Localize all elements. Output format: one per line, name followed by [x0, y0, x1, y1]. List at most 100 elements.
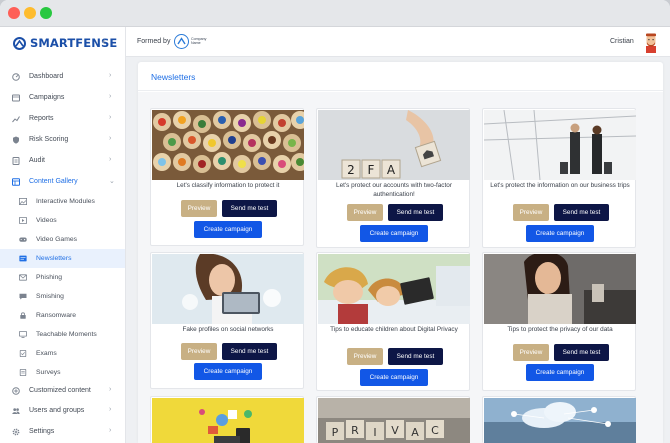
- preview-button[interactable]: Preview: [181, 343, 217, 360]
- create-campaign-button[interactable]: Create campaign: [360, 369, 428, 386]
- window-titlebar: [0, 0, 670, 27]
- shield-icon: [13, 136, 19, 144]
- sidebar-item-reports[interactable]: Reports ›: [0, 109, 125, 129]
- sidebar-item-content-gallery[interactable]: Content Gallery ⌄: [0, 172, 125, 192]
- close-window-button[interactable]: [8, 7, 20, 19]
- dashboard-icon: [12, 73, 20, 81]
- sidebar-subitem-newsletters[interactable]: Newsletters: [0, 249, 125, 268]
- sidebar-subitem-video-games[interactable]: Video Games: [0, 230, 125, 249]
- send-me-test-button[interactable]: Send me test: [388, 204, 443, 221]
- send-me-test-button[interactable]: Send me test: [388, 348, 443, 365]
- sidebar-item-dashboard[interactable]: Dashboard ›: [0, 67, 125, 87]
- create-campaign-button[interactable]: Create campaign: [526, 364, 594, 381]
- preview-button[interactable]: Preview: [347, 348, 383, 365]
- sidebar-item-label: Customized content: [29, 387, 91, 394]
- page-title: Newsletters: [151, 72, 196, 82]
- sidebar-item-label: Campaigns: [29, 94, 65, 101]
- svg-text:I: I: [373, 426, 376, 439]
- maximize-window-button[interactable]: [40, 7, 52, 19]
- sidebar-subitem-videos[interactable]: Videos: [0, 211, 125, 230]
- kids-with-tablet-photo: [318, 254, 470, 324]
- colored-pencils-photo: [152, 110, 304, 180]
- sidebar-subitem-label: Videos: [36, 217, 57, 224]
- sidebar-item-campaigns[interactable]: Campaigns ›: [0, 88, 125, 108]
- chevron-right-icon: ›: [109, 114, 112, 121]
- teachable-icon: [19, 331, 27, 338]
- sidebar: SMARTFENSE ‹ Dashboard › Campaigns › Rep…: [0, 27, 126, 443]
- send-me-test-button[interactable]: Send me test: [554, 204, 609, 221]
- video-icon: [19, 217, 27, 224]
- create-campaign-button[interactable]: Create campaign: [194, 363, 262, 380]
- svg-text:R: R: [351, 424, 359, 437]
- sidebar-subitem-label: Video Games: [36, 236, 78, 243]
- svg-text:A: A: [411, 426, 419, 439]
- sidebar-subitem-surveys[interactable]: Surveys: [0, 363, 125, 382]
- card-caption: Tips to educate children about Digital P…: [330, 326, 458, 333]
- avatar[interactable]: [640, 31, 662, 53]
- company-logo-text: Company Name: [191, 37, 207, 45]
- chevron-right-icon: ›: [109, 135, 112, 142]
- card-caption: Let's protect the information on our bus…: [490, 182, 630, 189]
- send-me-test-button[interactable]: Send me test: [222, 200, 277, 217]
- chevron-right-icon: ›: [109, 386, 112, 393]
- sidebar-item-audit[interactable]: Audit ›: [0, 151, 125, 171]
- audit-icon: [12, 157, 20, 165]
- sidebar-subitem-phishing[interactable]: Phishing: [0, 268, 125, 287]
- survey-icon: [19, 369, 27, 376]
- social-media-icons-photo: [152, 398, 304, 443]
- gamepad-icon: [19, 237, 27, 242]
- sidebar-subitem-interactive-modules[interactable]: Interactive Modules: [0, 192, 125, 211]
- logo-icon: [13, 36, 26, 50]
- preview-button[interactable]: Preview: [181, 200, 217, 217]
- send-me-test-button[interactable]: Send me test: [222, 343, 277, 360]
- collapse-sidebar-icon[interactable]: ‹: [102, 36, 106, 48]
- chevron-right-icon: ›: [109, 427, 112, 434]
- create-campaign-button[interactable]: Create campaign: [526, 225, 594, 242]
- sidebar-item-label: Dashboard: [29, 73, 64, 80]
- preview-button[interactable]: Preview: [513, 344, 549, 361]
- preview-button[interactable]: Preview: [513, 204, 549, 221]
- campaigns-icon: [12, 94, 20, 102]
- user-name[interactable]: Cristian: [610, 38, 634, 45]
- reports-icon: [12, 116, 20, 123]
- phishing-icon: [19, 274, 27, 281]
- sidebar-item-label: Users and groups: [29, 407, 85, 414]
- sidebar-item-users-and-groups[interactable]: Users and groups ›: [0, 401, 125, 421]
- sidebar-item-customized-content[interactable]: Customized content ›: [0, 381, 125, 401]
- gear-icon: [12, 428, 20, 436]
- browser-window: SMARTFENSE ‹ Dashboard › Campaigns › Rep…: [0, 0, 670, 443]
- create-campaign-button[interactable]: Create campaign: [194, 221, 262, 238]
- sidebar-item-risk-scoring[interactable]: Risk Scoring ›: [0, 130, 125, 150]
- minimize-window-button[interactable]: [24, 7, 36, 19]
- woman-shushing-photo: [484, 254, 636, 324]
- airport-travelers-photo: [484, 110, 636, 180]
- sidebar-subitem-label: Newsletters: [36, 255, 72, 262]
- sidebar-subitem-label: Phishing: [36, 274, 63, 281]
- chevron-right-icon: ›: [109, 406, 112, 413]
- newsletter-card: Tips to protect the privacy of our data …: [482, 252, 636, 391]
- sidebar-item-label: Content Gallery: [29, 178, 78, 185]
- svg-text:V: V: [391, 424, 399, 437]
- svg-text:2: 2: [347, 163, 355, 177]
- sidebar-item-settings[interactable]: Settings ›: [0, 422, 125, 442]
- sidebar-subitem-exams[interactable]: Exams: [0, 344, 125, 363]
- sidebar-item-label: Reports: [29, 115, 54, 122]
- newsletter-card: Fake profiles on social networks Preview…: [150, 252, 304, 389]
- sidebar-subitem-teachable-moments[interactable]: Teachable Moments: [0, 325, 125, 344]
- sidebar-subitem-ransomware[interactable]: Ransomware: [0, 306, 125, 325]
- sidebar-item-label: Audit: [29, 157, 45, 164]
- create-campaign-button[interactable]: Create campaign: [360, 225, 428, 242]
- sidebar-subitem-label: Teachable Moments: [36, 331, 97, 338]
- preview-button[interactable]: Preview: [347, 204, 383, 221]
- sidebar-subitem-smishing[interactable]: Smishing: [0, 287, 125, 306]
- image-icon: [19, 198, 27, 205]
- svg-text:C: C: [431, 424, 439, 437]
- woman-with-phone-photo: [152, 254, 304, 324]
- send-me-test-button[interactable]: Send me test: [554, 344, 609, 361]
- newsletter-card: Let's classify information to protect it…: [150, 108, 304, 246]
- sidebar-subitem-label: Surveys: [36, 369, 61, 376]
- newsletter-icon: [19, 255, 27, 262]
- letter-blocks-photo: P R I V A C: [318, 398, 470, 443]
- newsletter-card: [150, 396, 304, 443]
- svg-text:A: A: [387, 163, 396, 177]
